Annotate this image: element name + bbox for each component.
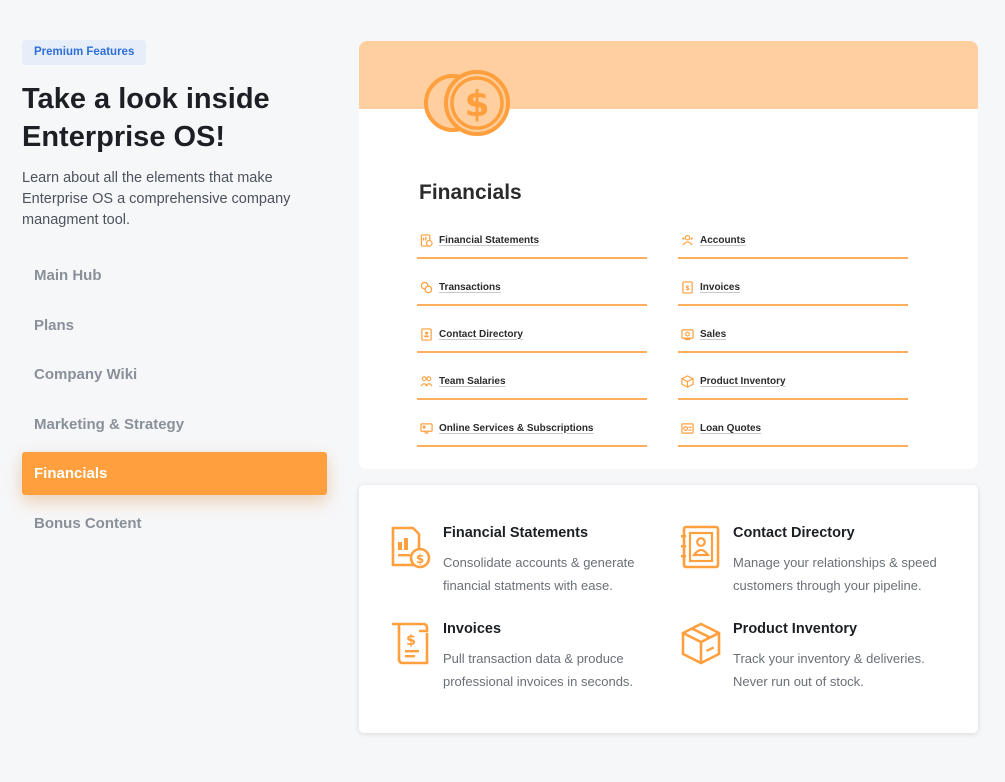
link-accounts[interactable]: Accounts xyxy=(678,229,908,259)
link-financial-statements[interactable]: Financial Statements xyxy=(417,229,647,259)
nav-item-main-hub[interactable]: Main Hub xyxy=(22,254,327,297)
nav-item-plans[interactable]: Plans xyxy=(22,304,327,347)
link-label: Loan Quotes xyxy=(700,422,762,434)
link-team-salaries[interactable]: Team Salaries xyxy=(417,370,647,400)
premium-badge: Premium Features xyxy=(22,40,147,65)
link-label: Online Services & Subscriptions xyxy=(439,422,594,434)
screen-icon xyxy=(420,422,433,434)
nav-item-company-wiki[interactable]: Company Wiki xyxy=(22,353,327,396)
svg-text:$: $ xyxy=(406,633,416,649)
coins-icon xyxy=(420,281,433,293)
invoice-icon: $ xyxy=(682,280,693,294)
statement-icon xyxy=(420,233,433,247)
link-sales[interactable]: Sales xyxy=(678,323,908,353)
box-icon xyxy=(681,374,694,388)
link-invoices[interactable]: $ Invoices xyxy=(678,276,908,306)
sales-icon xyxy=(681,328,694,340)
svg-text:$: $ xyxy=(685,283,690,291)
feature-highlights-card: $ Financial Statements Consolidate accou… xyxy=(359,485,978,733)
preview-section-title: Financials xyxy=(419,181,522,204)
intro-text: Learn about all the elements that make E… xyxy=(22,170,291,228)
link-label: Transactions xyxy=(439,281,501,293)
feature-description: Pull transaction data & produce professi… xyxy=(443,651,634,689)
nav-item-financials[interactable]: Financials xyxy=(22,452,327,495)
link-label: Financial Statements xyxy=(439,234,540,246)
team-icon xyxy=(420,375,433,386)
svg-text:$: $ xyxy=(416,552,424,566)
page: Premium Features Take a look inside Ente… xyxy=(0,0,1005,782)
feature-description: Manage your relationships & speed custom… xyxy=(733,555,937,593)
financials-preview-card: $ Financials Financial Statements Transa… xyxy=(359,41,978,469)
page-title: Take a look inside Enterprise OS! xyxy=(22,83,270,153)
dollar-coin-icon: $ xyxy=(424,70,510,136)
link-online-services-subscriptions[interactable]: Online Services & Subscriptions xyxy=(417,417,647,447)
link-product-inventory[interactable]: Product Inventory xyxy=(678,370,908,400)
nav-item-marketing-strategy[interactable]: Marketing & Strategy xyxy=(22,403,327,446)
link-label: Team Salaries xyxy=(439,375,506,387)
link-contact-directory[interactable]: Contact Directory xyxy=(417,323,647,353)
contact-directory-icon xyxy=(681,525,720,569)
feature-title: Invoices xyxy=(443,621,502,637)
svg-text:$: $ xyxy=(464,84,489,125)
contact-book-icon xyxy=(421,327,432,341)
loan-icon xyxy=(681,422,694,434)
nav-item-bonus-content[interactable]: Bonus Content xyxy=(22,502,327,545)
link-label: Accounts xyxy=(700,234,746,246)
link-transactions[interactable]: Transactions xyxy=(417,276,647,306)
link-label: Sales xyxy=(700,328,727,340)
link-label: Invoices xyxy=(700,281,741,293)
link-label: Contact Directory xyxy=(439,328,523,340)
link-loan-quotes[interactable]: Loan Quotes xyxy=(678,417,908,447)
inventory-box-icon xyxy=(681,622,721,665)
feature-description: Track your inventory & deliveries. Never… xyxy=(733,651,925,689)
financial-statement-icon: $ xyxy=(391,526,431,569)
feature-title: Contact Directory xyxy=(733,525,855,541)
feature-title: Financial Statements xyxy=(443,525,589,541)
feature-description: Consolidate accounts & generate financia… xyxy=(443,555,635,593)
feature-title: Product Inventory xyxy=(733,621,858,637)
feature-nav: Main Hub Plans Company Wiki Marketing & … xyxy=(22,254,327,551)
accounts-icon xyxy=(682,234,693,245)
link-label: Product Inventory xyxy=(700,375,786,387)
invoice-scroll-icon: $ xyxy=(392,622,429,665)
